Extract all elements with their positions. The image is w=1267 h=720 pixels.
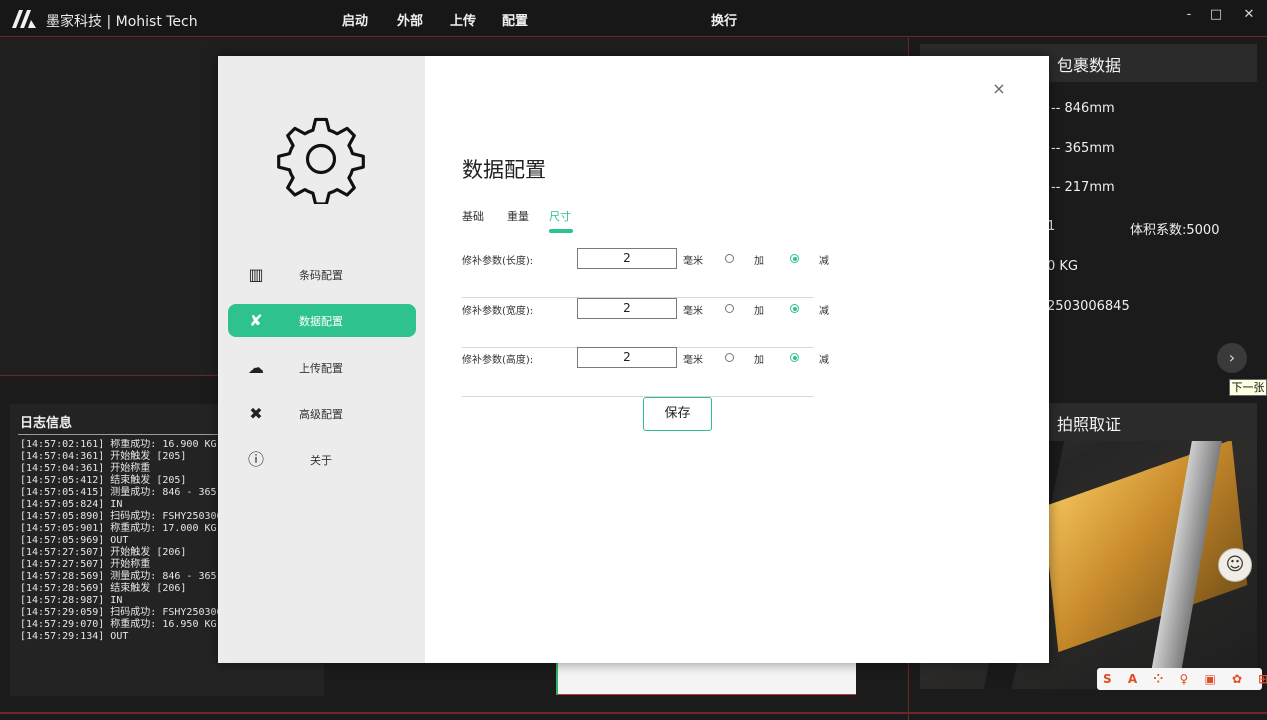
tools-cross-icon: ✘ — [249, 311, 263, 330]
sidebar-item-upload-config[interactable]: ☁ 上传配置 — [228, 351, 416, 384]
mohist-logo-icon — [12, 10, 36, 28]
barcode-value: 2503006845 — [1047, 299, 1130, 314]
next-tooltip: 下一张 — [1229, 379, 1267, 396]
sidebar-item-data-config[interactable]: ✘ 数据配置 — [228, 304, 416, 337]
subtract-radio[interactable] — [790, 254, 799, 263]
photo-evidence-title: 拍照取证 — [1057, 415, 1122, 434]
sogou-ime-icon[interactable]: S A ⁘ ♀ ▣ ✿ ⊞ ✎ — [1103, 672, 1267, 686]
tab-weight[interactable]: 重量 — [507, 208, 529, 224]
info-icon: ⓘ — [247, 450, 264, 469]
menu-change-line[interactable]: 换行 — [711, 10, 737, 29]
log-title: 日志信息 — [20, 416, 73, 431]
row-label: 修补参数(长度): — [462, 256, 534, 267]
row-label: 修补参数(高度): — [462, 355, 534, 366]
menu-config[interactable]: 配置 — [502, 10, 528, 29]
add-label: 加 — [754, 256, 764, 267]
weight-value: 0 KG — [1047, 259, 1079, 274]
save-button[interactable]: 保存 — [643, 397, 712, 431]
menu-upload[interactable]: 上传 — [450, 10, 476, 29]
active-tab-indicator — [549, 229, 573, 233]
close-dialog-button[interactable]: × — [990, 80, 1008, 98]
subtract-radio[interactable] — [790, 353, 799, 362]
add-label: 加 — [754, 306, 764, 317]
title-bar: 墨家科技 | Mohist Tech 启动 外部 上传 配置 换行 - □ ✕ — [0, 0, 1267, 37]
sidebar-item-label: 关于 — [310, 454, 332, 467]
sidebar-item-about[interactable]: ⓘ 关于 — [228, 443, 416, 476]
dialog-title: 数据配置 — [462, 158, 546, 182]
ime-toolbar[interactable]: S A ⁘ ♀ ▣ ✿ ⊞ ✎ — [1097, 668, 1267, 690]
volume-coefficient: 体积系数:5000 — [1130, 223, 1220, 238]
tab-size[interactable]: 尺寸 — [549, 208, 571, 224]
subtract-label: 减 — [819, 256, 829, 267]
correction-row-height: 修补参数(高度): 2 毫米 加 减 — [462, 347, 829, 397]
unit-label: 毫米 — [683, 355, 703, 366]
wrench-screwdriver-icon: ✖ — [249, 404, 263, 423]
next-image-button[interactable]: › — [1217, 343, 1247, 373]
unit-label: 毫米 — [683, 256, 703, 267]
length-correction-input[interactable]: 2 — [577, 248, 677, 269]
length-value: -- 846mm — [1051, 101, 1115, 116]
add-radio[interactable] — [725, 254, 734, 263]
add-radio[interactable] — [725, 304, 734, 313]
width-value: -- 365mm — [1051, 141, 1115, 156]
settings-sidebar: ▥ 条码配置 ✘ 数据配置 ☁ 上传配置 ✖ 高级配置 ⓘ 关于 — [218, 56, 425, 663]
settings-dialog: ▥ 条码配置 ✘ 数据配置 ☁ 上传配置 ✖ 高级配置 ⓘ 关于 × 数据配置 … — [218, 56, 1049, 663]
package-data-title: 包裹数据 — [1057, 56, 1122, 75]
height-value: -- 217mm — [1051, 180, 1115, 195]
correction-row-width: 修补参数(宽度): 2 毫米 加 减 — [462, 298, 829, 348]
add-label: 加 — [754, 355, 764, 366]
minimize-button[interactable]: - — [1180, 6, 1198, 24]
correction-row-length: 修补参数(长度): 2 毫米 加 减 — [462, 248, 829, 298]
tab-basic[interactable]: 基础 — [462, 208, 484, 224]
add-radio[interactable] — [725, 353, 734, 362]
row-label: 修补参数(宽度): — [462, 306, 534, 317]
close-window-button[interactable]: ✕ — [1240, 6, 1258, 24]
preview-strip — [556, 662, 856, 695]
settings-gear-icon — [277, 117, 365, 204]
width-correction-input[interactable]: 2 — [577, 298, 677, 319]
sidebar-item-label: 条码配置 — [299, 269, 343, 282]
cloud-upload-icon: ☁ — [248, 358, 264, 377]
subtract-label: 减 — [819, 355, 829, 366]
sidebar-item-barcode-config[interactable]: ▥ 条码配置 — [228, 258, 416, 291]
barcode-icon: ▥ — [248, 265, 264, 284]
unit-label: 毫米 — [683, 306, 703, 317]
sidebar-item-advanced-config[interactable]: ✖ 高级配置 — [228, 397, 416, 430]
sidebar-item-label: 上传配置 — [299, 362, 343, 375]
assistant-avatar-icon[interactable]: ☺ — [1218, 548, 1252, 582]
chevron-right-icon: › — [1228, 348, 1236, 367]
sidebar-item-label: 高级配置 — [299, 408, 343, 421]
sidebar-item-label: 数据配置 — [299, 315, 343, 328]
brand-name: 墨家科技 | Mohist Tech — [46, 14, 198, 30]
height-correction-input[interactable]: 2 — [577, 347, 677, 368]
menu-external[interactable]: 外部 — [397, 10, 423, 29]
maximize-button[interactable]: □ — [1207, 6, 1225, 24]
menu-start[interactable]: 启动 — [342, 10, 368, 29]
subtract-label: 减 — [819, 306, 829, 317]
subtract-radio[interactable] — [790, 304, 799, 313]
parcel-box-image — [1042, 441, 1248, 653]
